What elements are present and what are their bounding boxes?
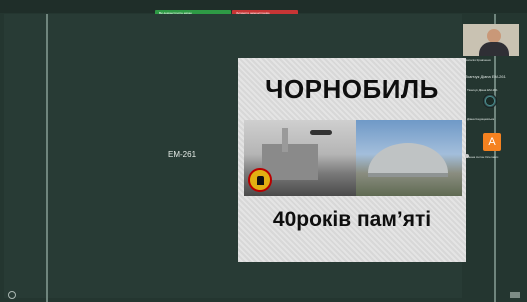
participant-entry[interactable]: Ганна Антон Олегович [467, 155, 498, 159]
participant-entry[interactable]: Діана Кадищевська [467, 117, 494, 121]
settings-icon[interactable] [8, 291, 16, 299]
participant-body [479, 42, 509, 56]
participant-name: Тканчук Діана ЕМ-261 [465, 74, 506, 79]
helicopter-image [310, 130, 332, 135]
chimney-image [282, 128, 288, 152]
participant-entry[interactable]: Тканчук Діана ЕМ-261 [467, 88, 498, 92]
participant-avatar[interactable]: А [483, 133, 501, 151]
left-divider [46, 14, 48, 302]
memorial-emblem-icon [248, 168, 272, 192]
toolbar-corner-icon[interactable] [510, 292, 520, 298]
group-label: ЕМ-261 [168, 150, 197, 159]
participant-avatar-icon[interactable] [483, 94, 497, 108]
participant-face [487, 29, 501, 43]
poster-subtitle: 40років пам’яті [272, 208, 432, 231]
emblem-figure-icon [257, 176, 264, 185]
poster-title: ЧОРНОБИЛЬ [265, 74, 439, 104]
participant-video[interactable] [463, 24, 519, 56]
chernobyl-poster: ЧОРНОБИЛЬ 40років пам’яті [238, 58, 466, 262]
participant-name: Наталія Кравченко [465, 58, 492, 62]
